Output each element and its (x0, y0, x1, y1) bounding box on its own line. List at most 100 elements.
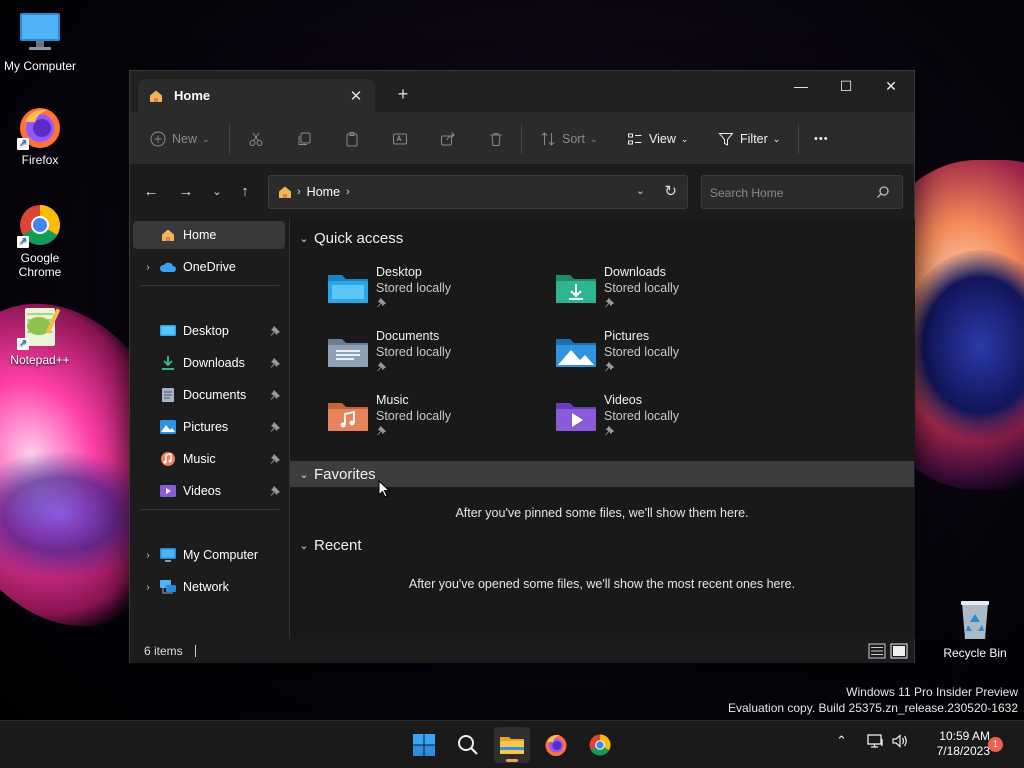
view-label: View (649, 132, 676, 146)
desktop-icon-my-computer[interactable]: My Computer (0, 10, 80, 73)
close-button[interactable]: ✕ (868, 71, 914, 101)
nav-item-desktop[interactable]: Desktop (133, 317, 285, 345)
quick-access-item-documents[interactable]: Documents Stored locally (326, 327, 526, 383)
maximize-button[interactable]: ☐ (823, 71, 869, 101)
pin-icon (605, 297, 615, 308)
volume-icon[interactable] (891, 733, 909, 749)
plus-circle-icon (150, 131, 166, 147)
nav-item-downloads[interactable]: Downloads (133, 349, 285, 377)
network-icon[interactable] (867, 733, 885, 749)
breadcrumb-chevron-icon[interactable]: › (346, 186, 350, 198)
nav-item-documents[interactable]: Documents (133, 381, 285, 409)
new-tab-button[interactable]: + (390, 83, 416, 105)
shortcut-arrow-icon: ↗ (17, 236, 29, 248)
filter-button[interactable]: Filter ⌄ (718, 128, 780, 150)
pin-icon[interactable] (269, 485, 281, 497)
tab-close-icon[interactable]: ✕ (343, 87, 369, 105)
notification-badge[interactable]: 1 (988, 737, 1003, 752)
recent-title: Recent (314, 536, 362, 554)
quick-access-location: Stored locally (376, 345, 452, 359)
music-folder-icon (328, 403, 368, 431)
nav-item-my-computer[interactable]: › My Computer (133, 541, 285, 569)
taskbar-chrome[interactable] (582, 727, 618, 763)
nav-item-videos[interactable]: Videos (133, 477, 285, 505)
breadcrumb-home[interactable]: Home (307, 185, 340, 199)
collapse-chevron-icon[interactable]: ⌄ (294, 539, 314, 552)
search-input[interactable] (710, 184, 870, 202)
toolbar-divider (521, 124, 522, 154)
desktop-icon-recycle-bin[interactable]: Recycle Bin (935, 597, 1015, 660)
minimize-button[interactable]: — (778, 71, 824, 101)
collapse-chevron-icon[interactable]: ⌄ (294, 468, 314, 481)
clock[interactable]: 10:59 AM 7/18/2023 (920, 729, 990, 759)
taskbar-firefox[interactable] (538, 727, 574, 763)
start-button[interactable] (406, 727, 442, 763)
nav-item-music[interactable]: Music (133, 445, 285, 473)
taskbar-file-explorer[interactable] (494, 727, 530, 763)
tiles-view-icon[interactable] (890, 643, 908, 659)
quick-access-item-pictures[interactable]: Pictures Stored locally (554, 327, 754, 383)
desktop-icon-chrome[interactable]: ↗ Google Chrome (0, 202, 80, 279)
quick-access-item-music[interactable]: Music Stored locally (326, 391, 526, 447)
address-dropdown-icon[interactable]: ⌄ (636, 184, 645, 197)
tab-home[interactable]: Home ✕ (138, 79, 375, 112)
view-button[interactable]: View ⌄ (627, 128, 688, 150)
sort-button[interactable]: Sort ⌄ (540, 128, 597, 150)
sort-label: Sort (562, 132, 585, 146)
rename-button[interactable] (392, 128, 414, 150)
delete-button[interactable] (488, 128, 510, 150)
expand-chevron-icon[interactable]: › (137, 550, 159, 561)
nav-divider (141, 285, 279, 286)
nav-item-label: Videos (183, 484, 221, 498)
expand-chevron-icon[interactable]: › (137, 262, 159, 273)
nav-item-home[interactable]: Home (133, 221, 285, 249)
quick-access-item-desktop[interactable]: Desktop Stored locally (326, 263, 526, 319)
nav-item-network[interactable]: › Network (133, 573, 285, 601)
nav-item-label: OneDrive (183, 260, 236, 274)
expand-chevron-icon[interactable]: › (137, 582, 159, 593)
paste-button[interactable] (344, 128, 366, 150)
back-arrow-icon[interactable]: ← (140, 181, 162, 203)
forward-arrow-icon[interactable]: → (175, 181, 197, 203)
toolbar-divider (798, 124, 799, 154)
pin-icon[interactable] (269, 453, 281, 465)
favorites-empty-message: After you've pinned some files, we'll sh… (455, 506, 749, 520)
quick-access-item-videos[interactable]: Videos Stored locally (554, 391, 754, 447)
desktop-icon-firefox[interactable]: ↗ Firefox (0, 104, 80, 167)
pin-icon[interactable] (269, 421, 281, 433)
up-arrow-icon[interactable]: ↑ (234, 181, 256, 203)
new-button[interactable]: New ⌄ (150, 128, 210, 150)
taskbar: ⌃ 10:59 AM 7/18/2023 1 (0, 720, 1024, 768)
home-icon (150, 90, 162, 102)
quick-access-header[interactable]: ⌄ Quick access (290, 225, 914, 251)
nav-item-onedrive[interactable]: › OneDrive (133, 253, 285, 281)
search-button[interactable] (450, 727, 486, 763)
rename-icon (393, 133, 407, 145)
copy-button[interactable] (296, 128, 318, 150)
refresh-icon[interactable]: ↻ (664, 182, 677, 200)
show-hidden-icons-chevron-icon[interactable]: ⌃ (836, 733, 847, 749)
pin-icon[interactable] (269, 389, 281, 401)
pin-icon (605, 425, 615, 436)
desktop-icon-notepadpp[interactable]: ↗ Notepad++ (0, 304, 80, 367)
collapse-chevron-icon[interactable]: ⌄ (294, 232, 314, 245)
cloud-icon (159, 262, 176, 272)
nav-item-pictures[interactable]: Pictures (133, 413, 285, 441)
address-bar[interactable]: › Home › ⌄ ↻ (268, 175, 688, 209)
pin-icon (605, 361, 615, 372)
chevron-down-icon: ⌄ (772, 133, 781, 144)
quick-access-location: Stored locally (604, 409, 680, 423)
pin-icon[interactable] (269, 325, 281, 337)
cut-button[interactable] (248, 128, 270, 150)
search-icon (877, 186, 889, 198)
recent-header[interactable]: ⌄ Recent (290, 532, 914, 558)
pin-icon[interactable] (269, 357, 281, 369)
quick-access-location: Stored locally (604, 281, 680, 295)
details-view-icon[interactable] (868, 643, 886, 659)
share-button[interactable] (440, 128, 462, 150)
search-box[interactable] (701, 175, 903, 209)
recent-locations-chevron-icon[interactable]: ⌄ (206, 181, 228, 203)
more-options-button[interactable]: ••• (814, 128, 829, 150)
watermark-build: Evaluation copy. Build 25375.zn_release.… (728, 701, 1018, 715)
quick-access-item-downloads[interactable]: Downloads Stored locally (554, 263, 754, 319)
